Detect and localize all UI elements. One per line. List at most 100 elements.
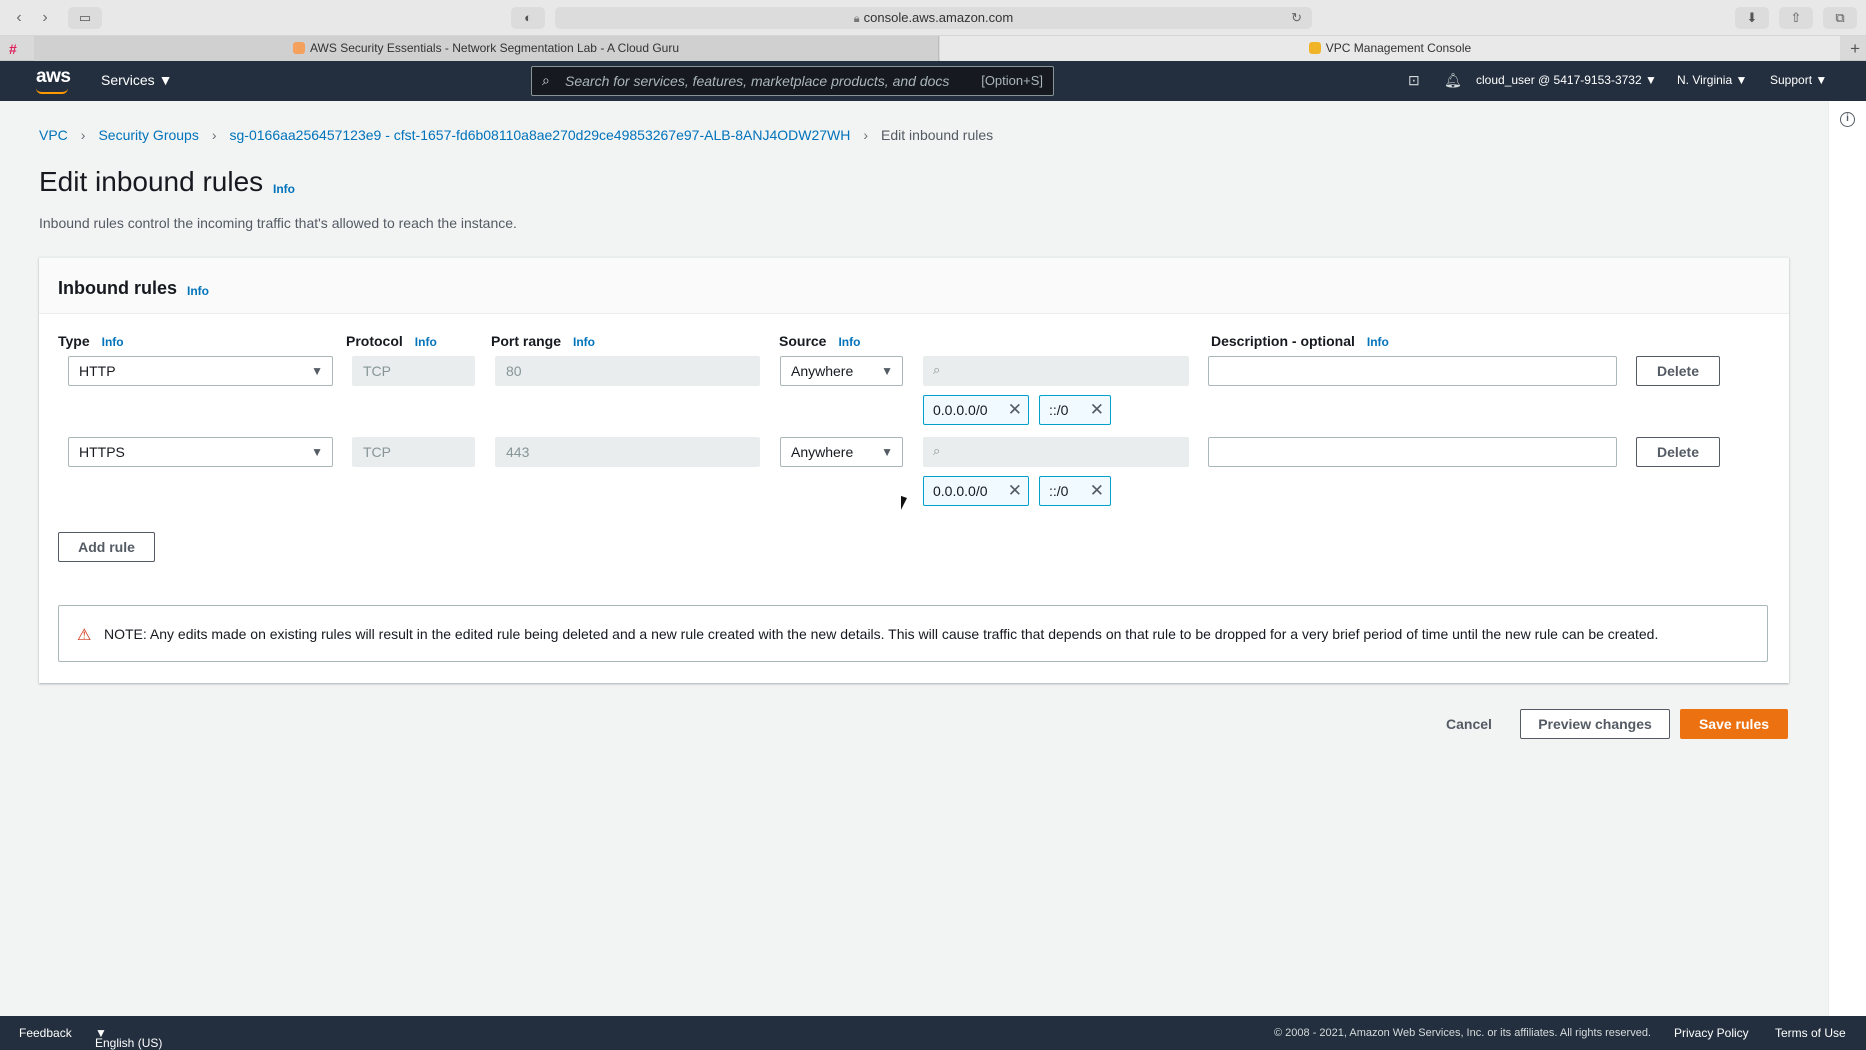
terms-of-use-link[interactable]: Terms of Use [1775, 1026, 1846, 1040]
col-description-label: Description - optional Info [1211, 333, 1389, 349]
source-info-link[interactable]: Info [838, 335, 860, 349]
rule-type-value: HTTPS [79, 444, 125, 460]
remove-token-icon[interactable]: ✕ [1008, 396, 1022, 424]
sidebar-toggle-icon[interactable]: ▭ [68, 7, 102, 29]
aws-logo[interactable]: aws [36, 66, 71, 88]
privacy-policy-link[interactable]: Privacy Policy [1674, 1026, 1749, 1040]
col-protocol-text: Protocol [346, 333, 403, 349]
url-text: console.aws.amazon.com [863, 10, 1014, 25]
page-info-link[interactable]: Info [273, 182, 295, 196]
slack-icon[interactable]: # [9, 41, 17, 57]
preview-changes-button[interactable]: Preview changes [1520, 709, 1670, 739]
chevron-right-icon: › [211, 127, 217, 143]
rule-type-select[interactable]: HTTP ▼ [68, 356, 333, 386]
cidr-token-text: ::/0 [1049, 402, 1069, 418]
col-type-text: Type [58, 333, 90, 349]
col-description-text: Description - optional [1211, 333, 1355, 349]
search-input[interactable] [565, 71, 965, 91]
rule-protocol-field: TCP [352, 437, 475, 467]
tab-acloudguru[interactable]: AWS Security Essentials - Network Segmen… [34, 36, 939, 61]
support-menu[interactable]: Support ▼ [1770, 73, 1827, 87]
cidr-token-text: 0.0.0.0/0 [933, 483, 988, 499]
download-icon[interactable]: ⬇ [1735, 7, 1769, 29]
browser-toolbar: ‹ › ▭ ◐ 🔒︎ console.aws.amazon.com ↻ ⬇ ⇧ ⧉ [0, 0, 1866, 36]
remove-token-icon[interactable]: ✕ [1090, 396, 1104, 424]
rule-description-input[interactable] [1208, 437, 1617, 467]
tab-label: AWS Security Essentials - Network Segmen… [309, 41, 680, 55]
reload-icon[interactable]: ↻ [1291, 7, 1302, 29]
services-menu[interactable]: Services ▼ [101, 72, 172, 88]
forward-icon[interactable]: › [34, 8, 56, 28]
tab-vpc-console[interactable]: VPC Management Console [940, 36, 1840, 61]
remove-token-icon[interactable]: ✕ [1008, 477, 1022, 505]
info-icon[interactable]: i [1840, 112, 1855, 127]
language-selector[interactable]: English (US) ▼ [95, 1026, 162, 1050]
protocol-info-link[interactable]: Info [415, 335, 437, 349]
address-bar[interactable]: 🔒︎ console.aws.amazon.com ↻ [555, 7, 1312, 29]
col-protocol-label: Protocol Info [346, 333, 437, 349]
rule-description-input[interactable] [1208, 356, 1617, 386]
breadcrumb-security-group-id[interactable]: sg-0166aa256457123e9 - cfst-1657-fd6b081… [230, 127, 851, 143]
remove-token-icon[interactable]: ✕ [1090, 477, 1104, 505]
caret-down-icon: ▼ [881, 445, 893, 459]
bell-icon[interactable]: 🔔︎ [1444, 72, 1462, 89]
cloudshell-icon[interactable]: ⊡ [1408, 72, 1420, 89]
panel-info-link[interactable]: Info [187, 284, 209, 298]
rule-source-select[interactable]: Anywhere ▼ [780, 437, 903, 467]
feedback-link[interactable]: Feedback [19, 1026, 72, 1040]
save-rules-button[interactable]: Save rules [1680, 709, 1788, 739]
new-tab-icon[interactable]: + [1850, 36, 1860, 61]
description-info-link[interactable]: Info [1367, 335, 1389, 349]
tabs-overview-icon[interactable]: ⧉ [1823, 7, 1857, 29]
col-source-label: Source Info [779, 333, 860, 349]
cancel-button[interactable]: Cancel [1446, 716, 1492, 732]
warning-note: ⚠ NOTE: Any edits made on existing rules… [58, 605, 1768, 662]
col-port-range-text: Port range [491, 333, 562, 349]
warning-note-text: NOTE: Any edits made on existing rules w… [104, 626, 1659, 642]
breadcrumb-current: Edit inbound rules [881, 127, 994, 143]
support-label: Support [1770, 73, 1813, 87]
source-cidr-search[interactable]: ⌕ [923, 356, 1189, 386]
rule-source-value: Anywhere [791, 444, 854, 460]
col-source-text: Source [779, 333, 827, 349]
rule-source-select[interactable]: Anywhere ▼ [780, 356, 903, 386]
account-label: cloud_user @ 5417-9153-3732 [1476, 73, 1642, 87]
cidr-token-text: 0.0.0.0/0 [933, 402, 988, 418]
breadcrumb-vpc[interactable]: VPC [39, 127, 68, 143]
inbound-rules-panel: Inbound rules Info Type Info Protocol Info… [39, 257, 1789, 683]
aws-top-nav: aws Services ▼ ⌕ [Option+S] ⊡ 🔔︎ cloud_u… [0, 61, 1866, 101]
cidr-token-text: ::/0 [1049, 483, 1069, 499]
tab-label: VPC Management Console [1325, 41, 1472, 55]
caret-down-icon: ▼ [881, 364, 893, 378]
cidr-token-ipv6: ::/0 ✕ [1039, 476, 1111, 506]
type-info-link[interactable]: Info [102, 335, 124, 349]
cidr-token-ipv4: 0.0.0.0/0 ✕ [923, 476, 1029, 506]
port-range-info-link[interactable]: Info [573, 335, 595, 349]
page-description: Inbound rules control the incoming traff… [39, 215, 517, 231]
delete-rule-button[interactable]: Delete [1636, 356, 1720, 386]
caret-down-icon: ▼ [311, 445, 323, 459]
source-cidr-search[interactable]: ⌕ [923, 437, 1189, 467]
shield-icon[interactable]: ◐ [511, 7, 545, 29]
panel-title: Inbound rules [58, 278, 177, 298]
breadcrumb-security-groups[interactable]: Security Groups [98, 127, 198, 143]
search-icon: ⌕ [933, 443, 941, 458]
region-menu[interactable]: N. Virginia ▼ [1677, 73, 1747, 87]
aws-favicon-icon [1308, 42, 1321, 54]
breadcrumb: VPC › Security Groups › sg-0166aa256457123e9… [39, 127, 993, 143]
search-box[interactable]: ⌕ [Option+S] [531, 66, 1054, 96]
caret-down-icon: ▼ [311, 364, 323, 378]
add-rule-button[interactable]: Add rule [58, 532, 155, 562]
account-menu[interactable]: cloud_user @ 5417-9153-3732 ▼ [1476, 73, 1657, 87]
region-label: N. Virginia [1677, 73, 1733, 87]
col-type-label: Type Info [58, 333, 124, 349]
help-panel-rail: i [1828, 101, 1866, 1016]
back-icon[interactable]: ‹ [8, 8, 30, 28]
warning-icon: ⚠ [77, 627, 92, 644]
aws-smile-icon [36, 88, 68, 94]
delete-rule-button[interactable]: Delete [1636, 437, 1720, 467]
share-icon[interactable]: ⇧ [1779, 7, 1813, 29]
panel-header: Inbound rules Info [39, 258, 1789, 314]
rule-type-select[interactable]: HTTPS ▼ [68, 437, 333, 467]
footer: Feedback English (US) ▼ © 2008 - 2021, A… [0, 1016, 1866, 1050]
